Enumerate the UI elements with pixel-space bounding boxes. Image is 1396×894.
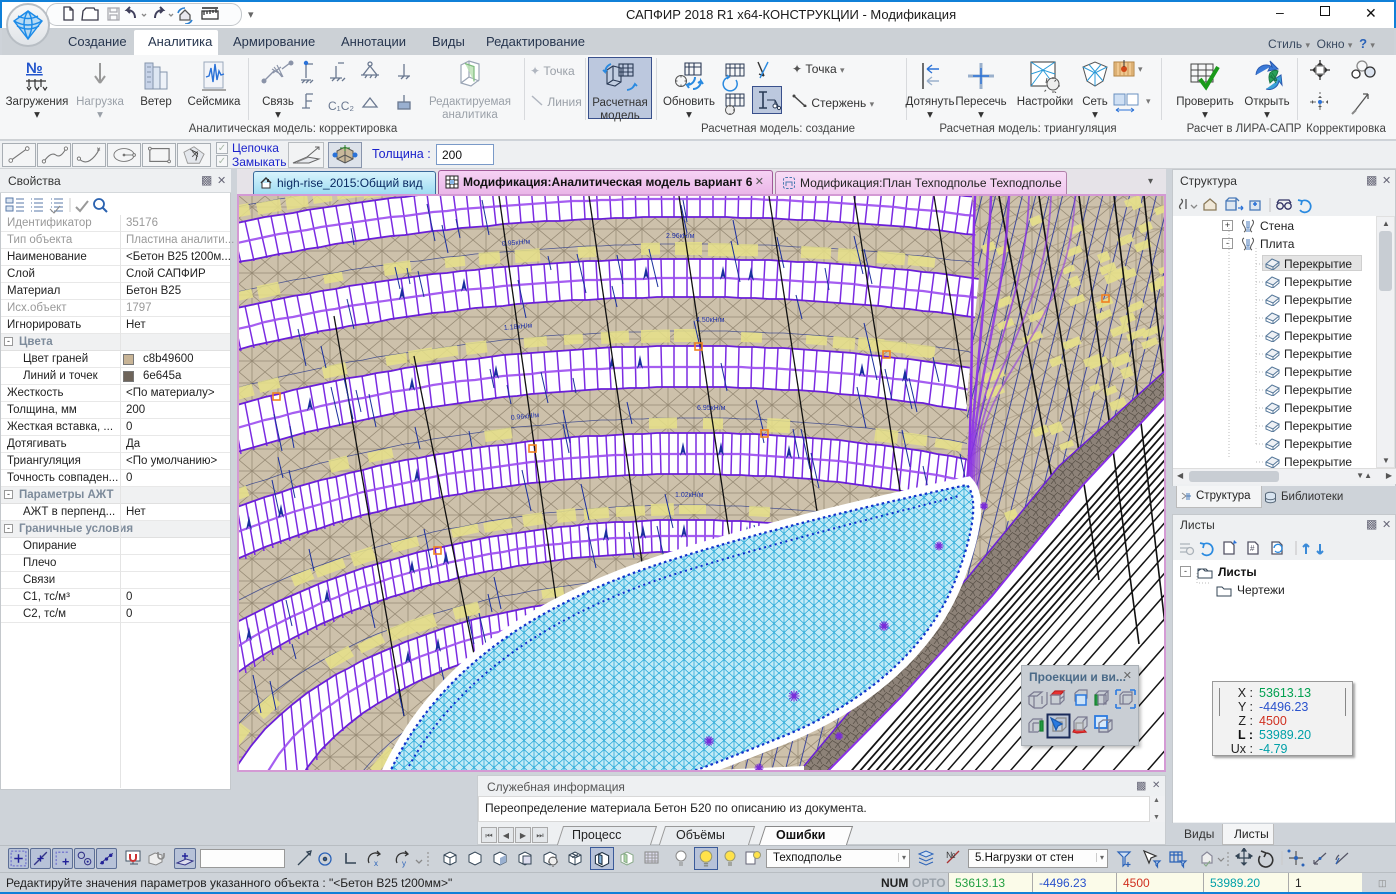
svg-text:y: y <box>402 859 406 868</box>
svg-text:x: x <box>374 859 378 868</box>
svg-text:№: № <box>946 850 956 860</box>
svg-text:C₁C₂: C₁C₂ <box>328 99 354 113</box>
svg-text:#: # <box>1250 544 1255 553</box>
svg-text:▾: ▾ <box>1146 96 1151 106</box>
svg-text:1.02кН/м: 1.02кН/м <box>675 492 704 499</box>
svg-text:6.95кН/м: 6.95кН/м <box>697 405 726 412</box>
svg-text:4.50кН/м: 4.50кН/м <box>696 317 725 324</box>
svg-text:№: № <box>26 60 43 77</box>
svg-text:2.96кН/м: 2.96кН/м <box>666 233 695 240</box>
svg-text:▾: ▾ <box>1138 64 1143 74</box>
